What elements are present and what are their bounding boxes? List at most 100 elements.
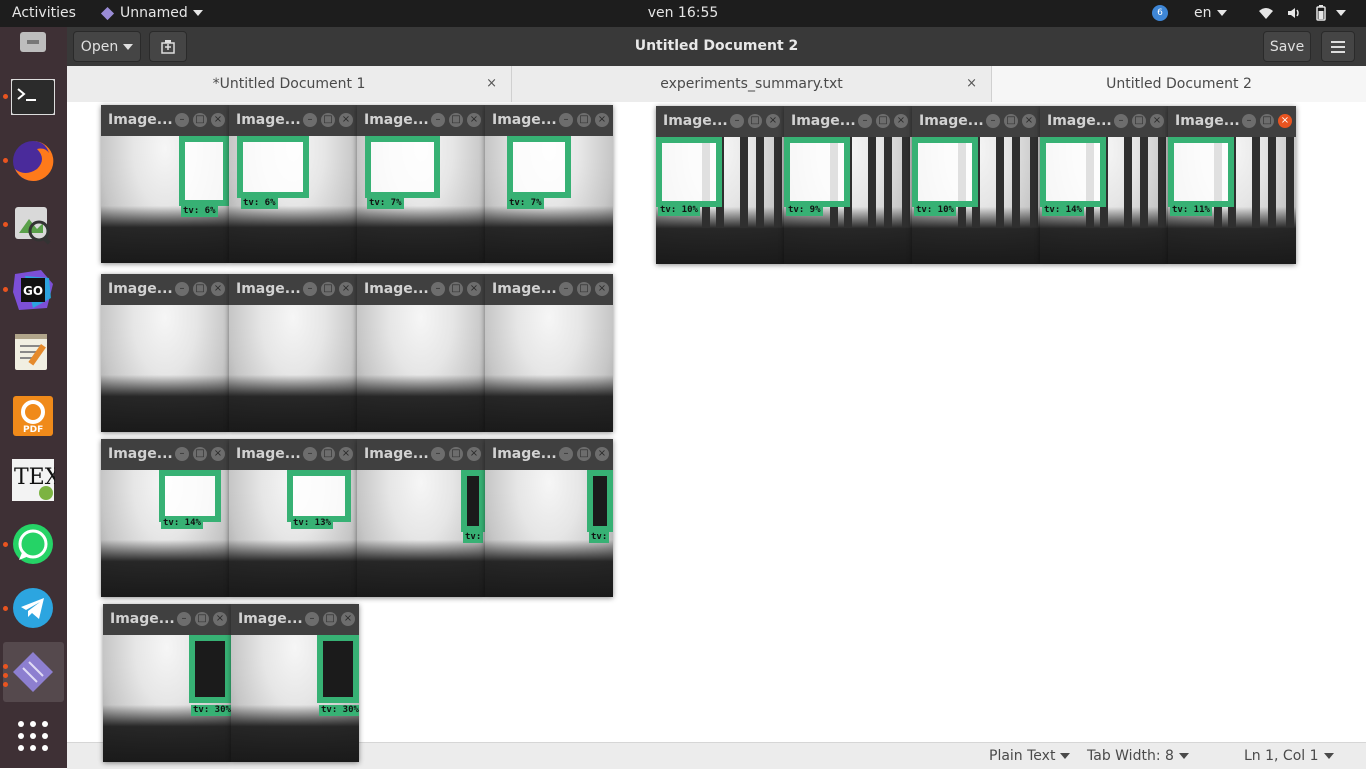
close-icon[interactable]: × [341, 612, 355, 626]
tab-experiments-summary[interactable]: experiments_summary.txt × [512, 66, 992, 102]
close-icon[interactable]: × [339, 447, 353, 461]
image-window[interactable]: Image... – □ × tv: [485, 439, 613, 597]
close-icon[interactable]: × [966, 66, 977, 102]
minimize-icon[interactable]: – [559, 282, 573, 296]
system-menu[interactable] [1258, 0, 1347, 27]
close-icon[interactable]: × [595, 282, 609, 296]
minimize-icon[interactable]: – [431, 113, 445, 127]
image-window-titlebar[interactable]: Image... – □ × [784, 106, 912, 137]
maximize-icon[interactable]: □ [577, 447, 591, 461]
maximize-icon[interactable]: □ [193, 282, 207, 296]
image-window[interactable]: Image... – □ × tv: 7% [485, 105, 613, 263]
maximize-icon[interactable]: □ [449, 447, 463, 461]
image-window[interactable]: Image... – □ × tv: 10% [656, 106, 784, 264]
minimize-icon[interactable]: – [305, 612, 319, 626]
show-applications-icon[interactable] [8, 711, 58, 761]
minimize-icon[interactable]: – [177, 612, 191, 626]
minimize-icon[interactable]: – [175, 113, 189, 127]
maximize-icon[interactable]: □ [1004, 114, 1018, 128]
close-icon[interactable]: × [595, 447, 609, 461]
image-window-titlebar[interactable]: Image... – □ × [229, 439, 357, 470]
image-window[interactable]: Image... – □ × [101, 274, 229, 432]
minimize-icon[interactable]: – [986, 114, 1000, 128]
minimize-icon[interactable]: – [858, 114, 872, 128]
image-window[interactable]: Image... – □ × tv: 30% [103, 604, 231, 762]
maximize-icon[interactable]: □ [449, 282, 463, 296]
image-window-titlebar[interactable]: Image... – □ × [357, 105, 485, 136]
image-window[interactable]: Image... – □ × tv: 14% [101, 439, 229, 597]
close-icon[interactable]: × [211, 113, 225, 127]
close-icon[interactable]: × [211, 447, 225, 461]
image-window-titlebar[interactable]: Image... – □ × [231, 604, 359, 635]
image-window-titlebar[interactable]: Image... – □ × [1168, 106, 1296, 137]
image-window-titlebar[interactable]: Image... – □ × [101, 439, 229, 470]
maximize-icon[interactable]: □ [577, 282, 591, 296]
maximize-icon[interactable]: □ [193, 113, 207, 127]
image-window-titlebar[interactable]: Image... – □ × [229, 105, 357, 136]
image-window[interactable]: Image... – □ × tv: 30% [231, 604, 359, 762]
close-icon[interactable]: × [766, 114, 780, 128]
minimize-icon[interactable]: – [431, 282, 445, 296]
maximize-icon[interactable]: □ [1132, 114, 1146, 128]
image-window[interactable]: Image... – □ × tv: 6% [101, 105, 229, 263]
image-window[interactable]: Image... – □ × tv: 14% [1040, 106, 1168, 264]
image-window[interactable]: Image... – □ × tv: 6% [229, 105, 357, 263]
close-icon[interactable]: × [894, 114, 908, 128]
close-icon[interactable]: × [213, 612, 227, 626]
minimize-icon[interactable]: – [303, 282, 317, 296]
minimize-icon[interactable]: – [303, 447, 317, 461]
minimize-icon[interactable]: – [303, 113, 317, 127]
image-window[interactable]: Image... – □ × [357, 274, 485, 432]
maximize-icon[interactable]: □ [193, 447, 207, 461]
maximize-icon[interactable]: □ [876, 114, 890, 128]
firefox-icon[interactable] [8, 136, 58, 186]
unnamed-app-icon[interactable] [8, 647, 58, 697]
goland-icon[interactable]: GO [8, 265, 58, 315]
maximize-icon[interactable]: □ [748, 114, 762, 128]
image-window-titlebar[interactable]: Image... – □ × [912, 106, 1040, 137]
close-icon[interactable]: × [211, 282, 225, 296]
maximize-icon[interactable]: □ [577, 113, 591, 127]
image-window-titlebar[interactable]: Image... – □ × [101, 274, 229, 305]
activities-button[interactable]: Activities [12, 0, 76, 27]
minimize-icon[interactable]: – [175, 282, 189, 296]
tab-width-selector[interactable]: Tab Width: 8 [1087, 743, 1189, 769]
maximize-icon[interactable]: □ [323, 612, 337, 626]
minimize-icon[interactable]: – [1114, 114, 1128, 128]
image-window-titlebar[interactable]: Image... – □ × [1040, 106, 1168, 137]
trash-icon[interactable] [8, 29, 58, 57]
minimize-icon[interactable]: – [1242, 114, 1256, 128]
close-icon[interactable]: × [1278, 114, 1292, 128]
minimize-icon[interactable]: – [431, 447, 445, 461]
close-icon[interactable]: × [339, 282, 353, 296]
maximize-icon[interactable]: □ [195, 612, 209, 626]
image-window-titlebar[interactable]: Image... – □ × [656, 106, 784, 137]
minimize-icon[interactable]: – [559, 447, 573, 461]
notification-indicator[interactable]: 6 [1152, 0, 1168, 27]
close-icon[interactable]: × [486, 66, 497, 102]
open-button[interactable]: Open [73, 31, 141, 62]
image-window-titlebar[interactable]: Image... – □ × [101, 105, 229, 136]
language-selector[interactable]: Plain Text [989, 743, 1071, 769]
image-window-titlebar[interactable]: Image... – □ × [485, 105, 613, 136]
texmaker-icon[interactable]: TEX [8, 455, 58, 505]
whatsapp-icon[interactable] [8, 519, 58, 569]
app-menu[interactable]: Unnamed [100, 0, 203, 27]
maximize-icon[interactable]: □ [1260, 114, 1274, 128]
tab-untitled-document-1[interactable]: *Untitled Document 1 × [67, 66, 512, 102]
image-window-titlebar[interactable]: Image... – □ × [485, 439, 613, 470]
image-window-titlebar[interactable]: Image... – □ × [357, 274, 485, 305]
clock[interactable]: ven 16:55 [648, 5, 719, 21]
image-window-titlebar[interactable]: Image... – □ × [229, 274, 357, 305]
image-window[interactable]: Image... – □ × tv: [357, 439, 485, 597]
image-window[interactable]: Image... – □ × tv: 7% [357, 105, 485, 263]
maximize-icon[interactable]: □ [321, 447, 335, 461]
save-button[interactable]: Save [1263, 31, 1311, 62]
image-window-titlebar[interactable]: Image... – □ × [103, 604, 231, 635]
close-icon[interactable]: × [339, 113, 353, 127]
maximize-icon[interactable]: □ [449, 113, 463, 127]
close-icon[interactable]: × [595, 113, 609, 127]
image-window-titlebar[interactable]: Image... – □ × [485, 274, 613, 305]
image-window[interactable]: Image... – □ × tv: 9% [784, 106, 912, 264]
minimize-icon[interactable]: – [730, 114, 744, 128]
